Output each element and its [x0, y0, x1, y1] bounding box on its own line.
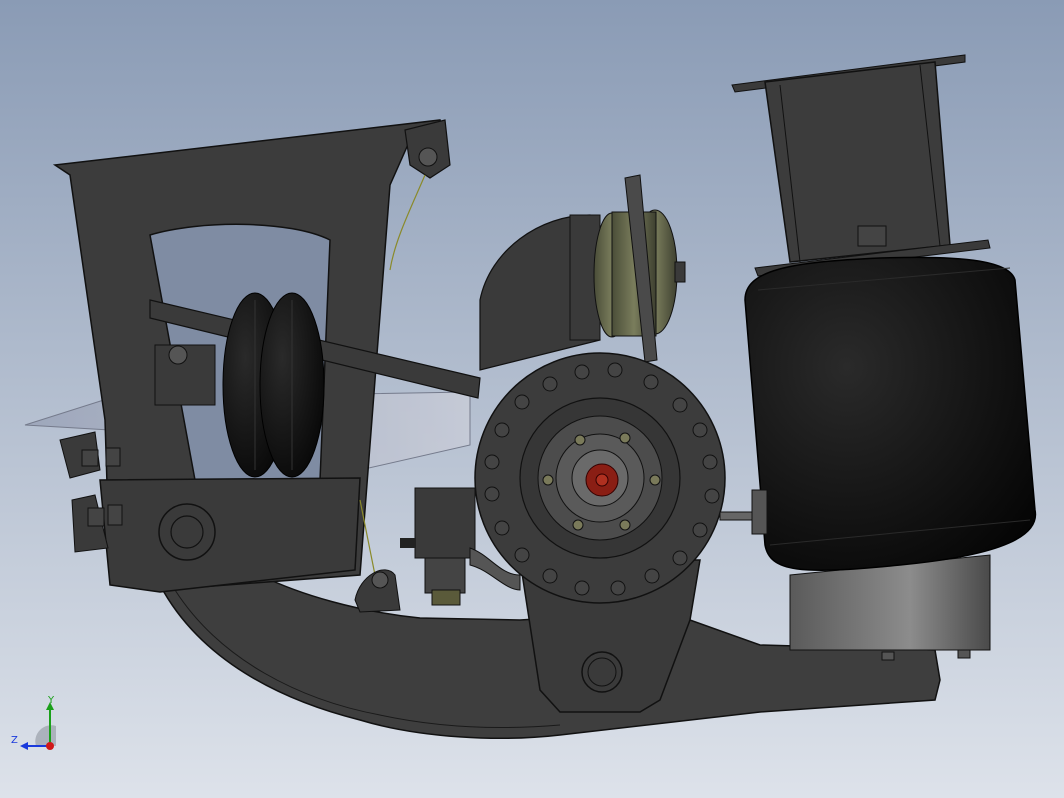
brake-chamber[interactable] [569, 209, 686, 341]
triad-y-label: Y [48, 695, 55, 706]
triad-graphic [20, 702, 56, 750]
graphics-viewport[interactable]: Y Z [0, 0, 1064, 798]
triad-z-label: Z [11, 735, 18, 746]
triad-z-arrow-icon [20, 742, 28, 750]
wheel-hub[interactable] [474, 352, 726, 604]
model-view[interactable] [0, 0, 1064, 798]
hanger-pivot-bushing [158, 503, 216, 561]
triad-origin-icon [46, 742, 54, 750]
view-orientation-triad: Y Z [8, 696, 68, 756]
